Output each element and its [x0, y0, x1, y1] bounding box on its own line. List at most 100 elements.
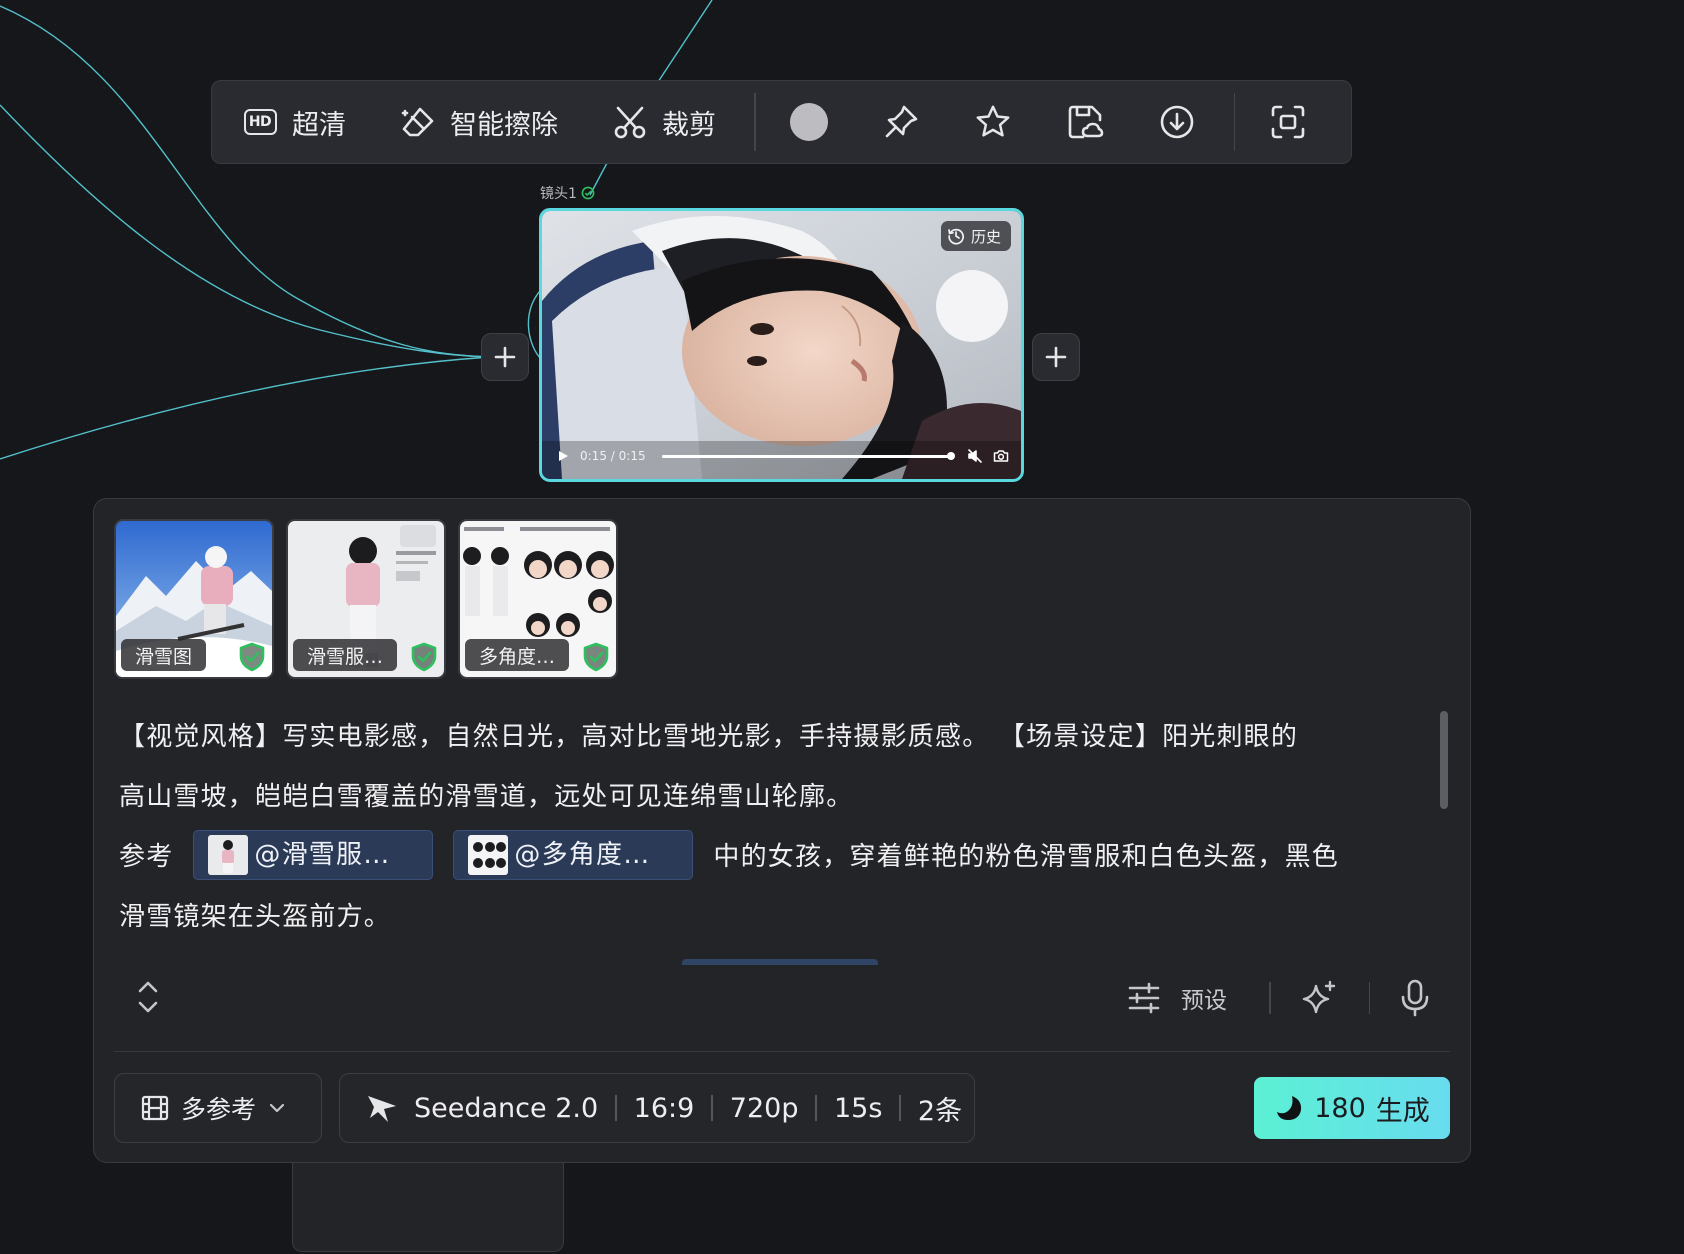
download-icon — [1160, 105, 1193, 139]
generate-label: 生成 — [1375, 1095, 1430, 1127]
download-button[interactable] — [1158, 103, 1196, 141]
prompt-text-segment: 参考 — [119, 842, 174, 872]
hd-button[interactable]: HD 超清 — [242, 103, 346, 142]
tools-divider — [1269, 982, 1271, 1014]
progress-knob[interactable] — [947, 452, 955, 460]
history-button[interactable]: 历史 — [940, 221, 1011, 251]
video-progress-bar[interactable] — [661, 452, 955, 460]
prompt-line: 高山雪坡，皑皑白雪覆盖的滑雪道，远处可见连绵雪山轮廓。 — [119, 782, 854, 812]
mention-chip-ski-outfit[interactable]: @滑雪服… — [193, 829, 434, 880]
mention-label: @滑雪服… — [254, 839, 391, 870]
settings-divider — [711, 1095, 713, 1121]
credit-moon-icon — [1277, 1096, 1302, 1120]
node-stub — [292, 1160, 564, 1252]
clock-icon — [948, 228, 964, 245]
mention-label: @多角度… — [514, 839, 651, 870]
settings-divider — [615, 1095, 617, 1121]
thumb-label: 滑雪服… — [293, 639, 398, 671]
mode-label: 多参考 — [181, 1095, 257, 1124]
pin-button[interactable] — [882, 103, 920, 141]
panel-divider — [114, 1051, 1450, 1052]
shield-check-icon — [583, 642, 609, 672]
history-label: 历史 — [970, 227, 1001, 246]
reference-thumb-multi-angle[interactable]: 多角度… — [458, 519, 618, 679]
mention-chip-multi-angle[interactable]: @多角度… — [453, 829, 694, 880]
aspect-ratio[interactable]: 16:9 — [634, 1093, 695, 1124]
video-controls: 0:15 / 0:15 — [556, 446, 1009, 466]
reference-thumb-ski-image[interactable]: 滑雪图 — [114, 519, 274, 679]
generation-settings[interactable]: Seedance 2.0 16:9 720p 15s 2条 — [339, 1073, 975, 1143]
scissors-icon — [612, 104, 648, 140]
generate-cost: 180 — [1314, 1092, 1366, 1124]
color-picker-button[interactable] — [789, 103, 828, 141]
reference-mode-dropdown[interactable]: 多参考 — [114, 1073, 322, 1143]
sliders-icon — [1128, 982, 1160, 1014]
settings-divider — [899, 1095, 901, 1121]
hidden-mention-chip — [682, 959, 878, 965]
prompt-line: 【视觉风格】写实电影感，自然日光，高对比雪地光影，手持摄影质感。 【场景设定】阳… — [119, 722, 1299, 752]
time-readout: 0:15 / 0:15 — [580, 449, 646, 463]
prompt-editor[interactable]: 【视觉风格】写实电影感，自然日光，高对比雪地光影，手持摄影质感。 【场景设定】阳… — [119, 707, 1419, 947]
hd-icon: HD — [243, 109, 277, 135]
play-icon[interactable] — [556, 449, 570, 463]
favorite-button[interactable] — [974, 103, 1012, 141]
prompt-panel: 滑雪图 滑雪服… 多角度… 【视觉风格】写实电影感，自然日光，高对比雪地光影，手… — [93, 498, 1471, 1163]
toolbar-divider — [1233, 93, 1235, 151]
generate-button[interactable]: 180 生成 — [1254, 1077, 1450, 1139]
microphone-icon[interactable] — [1400, 979, 1430, 1017]
tools-divider — [1368, 982, 1370, 1014]
save-to-cloud-button[interactable] — [1066, 103, 1104, 141]
preset-button[interactable]: 预设 — [1127, 981, 1227, 1015]
shield-check-icon — [411, 642, 437, 672]
color-swatch-icon — [789, 103, 828, 141]
plus-icon — [1045, 346, 1067, 368]
video-frame-image — [542, 211, 1021, 479]
chevron-up-down-icon — [138, 981, 158, 1013]
smart-erase-label: 智能擦除 — [450, 109, 558, 141]
expand-collapse-button[interactable] — [134, 979, 162, 1015]
eraser-icon — [400, 104, 436, 140]
model-name: Seedance 2.0 — [414, 1092, 599, 1124]
crop-label: 裁剪 — [662, 109, 716, 141]
preset-label: 预设 — [1181, 988, 1227, 1014]
reference-thumb-ski-outfit[interactable]: 滑雪服… — [286, 519, 446, 679]
pin-icon — [885, 105, 917, 138]
film-icon — [141, 1095, 169, 1121]
sparkle-icon[interactable] — [1301, 980, 1337, 1016]
mention-thumb — [208, 834, 249, 875]
image-toolbar: HD 超清 智能擦除 裁剪 — [211, 80, 1352, 164]
crop-button[interactable]: 裁剪 — [612, 103, 716, 142]
prompt-tools: 预设 — [1127, 975, 1430, 1021]
mute-icon[interactable] — [967, 448, 983, 464]
star-icon — [976, 105, 1009, 137]
mention-thumb — [468, 834, 509, 875]
shot-label: 镜头1 — [540, 183, 595, 203]
thumb-label: 滑雪图 — [121, 639, 207, 671]
shield-check-icon — [239, 642, 265, 672]
add-right-node-button[interactable] — [1032, 333, 1080, 381]
smart-erase-button[interactable]: 智能擦除 — [400, 103, 558, 142]
model-selector[interactable]: Seedance 2.0 — [366, 1092, 598, 1124]
focus-frame-icon — [1271, 105, 1305, 139]
prompt-text-segment: 中的女孩，穿着鲜艳的粉色滑雪服和白色头盔，黑色 — [713, 842, 1340, 872]
save-cloud-icon — [1068, 105, 1103, 139]
camera-icon[interactable] — [993, 448, 1009, 464]
plus-icon — [494, 346, 516, 368]
reference-thumbnails: 滑雪图 滑雪服… 多角度… — [114, 519, 618, 679]
add-left-node-button[interactable] — [481, 333, 529, 381]
shot-video-card[interactable]: 历史 0:15 / 0:15 — [539, 208, 1024, 482]
thumb-label: 多角度… — [465, 639, 570, 671]
resolution[interactable]: 720p — [730, 1093, 799, 1124]
prompt-line: 滑雪镜架在头盔前方。 — [119, 902, 392, 932]
output-count[interactable]: 2条 — [918, 1089, 962, 1128]
duration[interactable]: 15s — [834, 1093, 882, 1124]
check-circle-icon — [581, 186, 595, 200]
hd-label: 超清 — [292, 109, 346, 141]
focus-view-button[interactable] — [1269, 103, 1307, 141]
prompt-scrollbar[interactable] — [1440, 711, 1448, 809]
shot-name: 镜头1 — [540, 186, 577, 202]
prompt-line: 参考 @滑雪服… @多角度… 中的女孩，穿着鲜艳的粉色滑雪服和白色头盔，黑色 — [119, 827, 1419, 887]
toolbar-divider — [754, 93, 756, 151]
settings-divider — [815, 1095, 817, 1121]
chevron-down-icon — [269, 1103, 285, 1113]
